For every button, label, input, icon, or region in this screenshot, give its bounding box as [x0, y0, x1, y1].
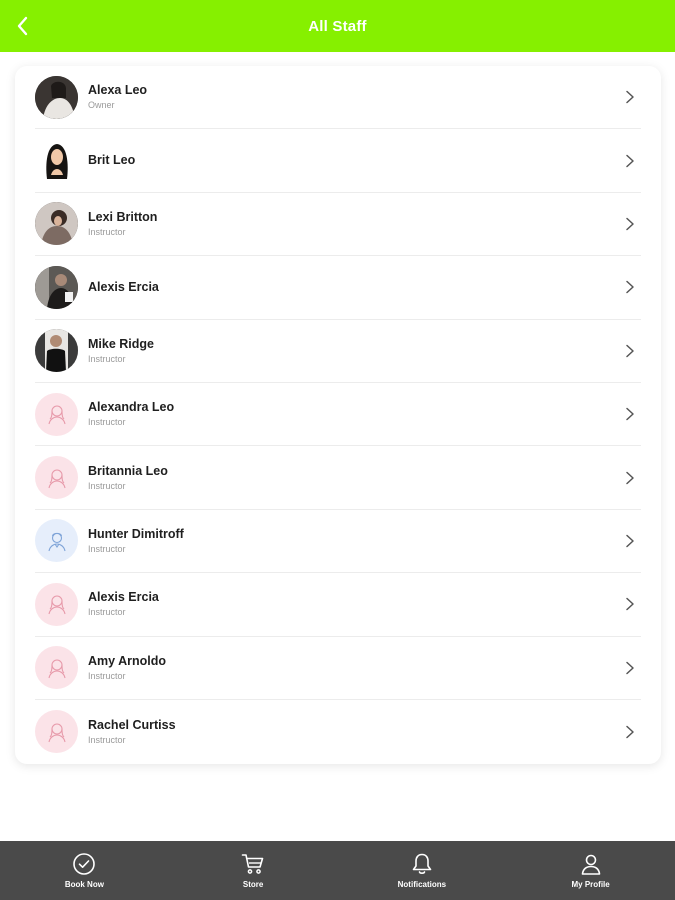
avatar — [35, 75, 78, 119]
placeholder-female-icon — [47, 468, 66, 488]
check-circle-icon — [73, 853, 96, 875]
chevron-right-icon — [626, 471, 634, 484]
chevron-right-icon — [626, 217, 634, 231]
chevron-right-icon — [626, 154, 634, 167]
avatar — [35, 582, 78, 626]
chevron-left-icon — [17, 16, 28, 36]
avatar — [35, 329, 78, 373]
tab-store[interactable]: Store — [169, 841, 338, 900]
chevron-right-icon — [626, 661, 634, 674]
placeholder-female-icon — [47, 659, 66, 678]
avatar — [35, 139, 78, 183]
staff-role: Instructor — [88, 480, 126, 491]
staff-row[interactable]: Alexa Leo Owner — [35, 66, 641, 130]
tab-label: Book Now — [64, 880, 104, 889]
staff-row[interactable]: Alexandra Leo Instructor — [35, 383, 641, 447]
tab-label: Store — [242, 880, 264, 889]
chevron-right-icon — [626, 90, 634, 104]
tab-notifications[interactable]: Notifications — [338, 841, 507, 900]
staff-role: Instructor — [88, 607, 126, 618]
staff-name: Amy Arnoldo — [88, 653, 167, 668]
staff-name: Alexandra Leo — [88, 400, 175, 415]
chevron-right-icon — [626, 598, 634, 611]
staff-role: Instructor — [88, 353, 126, 364]
avatar — [35, 646, 78, 690]
tab-book-now[interactable]: Book Now — [0, 841, 169, 900]
staff-role: Owner — [88, 100, 115, 111]
chevron-right-icon — [626, 344, 634, 357]
staff-row[interactable]: Rachel Curtiss Instructor — [35, 700, 641, 763]
staff-row[interactable]: Alexis Ercia — [35, 256, 641, 320]
staff-name: Rachel Curtiss — [88, 717, 176, 732]
staff-role: Instructor — [88, 670, 126, 681]
staff-role: Instructor — [88, 543, 126, 554]
staff-name: Brit Leo — [88, 153, 136, 168]
avatar — [35, 202, 78, 246]
staff-row[interactable]: Brit Leo — [35, 129, 641, 193]
top-app-bar: All Staff — [0, 0, 675, 52]
chevron-right-icon — [626, 407, 634, 421]
staff-name: Mike Ridge — [88, 336, 154, 351]
avatar — [35, 710, 78, 754]
staff-row[interactable]: Hunter Dimitroff Instructor — [35, 510, 641, 574]
placeholder-female-icon — [47, 723, 66, 742]
staff-row[interactable]: Britannia Leo Instructor — [35, 446, 641, 510]
tab-label: My Profile — [571, 880, 610, 889]
staff-row[interactable]: Lexi Britton Instructor — [35, 193, 641, 257]
page-title: All Staff — [308, 17, 367, 35]
avatar — [35, 519, 78, 563]
chevron-right-icon — [626, 281, 634, 294]
placeholder-female-icon — [47, 405, 66, 425]
staff-name: Lexi Britton — [88, 209, 158, 224]
avatar — [35, 392, 78, 436]
staff-name: Alexa Leo — [88, 83, 148, 98]
back-button[interactable] — [8, 11, 38, 41]
staff-role: Instructor — [88, 734, 126, 745]
staff-list: Alexa Leo Owner Brit Leo Lexi Britton In… — [15, 66, 661, 764]
staff-row[interactable]: Alexis Ercia Instructor — [35, 573, 641, 637]
staff-name: Alexis Ercia — [88, 590, 159, 605]
staff-row[interactable]: Amy Arnoldo Instructor — [35, 637, 641, 700]
chevron-right-icon — [626, 725, 634, 738]
chevron-right-icon — [626, 534, 634, 548]
avatar — [35, 456, 78, 500]
placeholder-male-icon — [47, 532, 66, 552]
tab-label: Notifications — [397, 880, 447, 889]
user-icon — [581, 854, 600, 875]
bottom-navigation: Book Now Store Notifications My Profile — [0, 841, 675, 900]
staff-row[interactable]: Mike Ridge Instructor — [35, 320, 641, 383]
bell-icon — [412, 853, 432, 874]
cart-icon — [241, 854, 264, 874]
staff-name: Hunter Dimitroff — [88, 526, 184, 541]
placeholder-female-icon — [47, 595, 66, 615]
staff-role: Instructor — [88, 417, 126, 428]
staff-name: Alexis Ercia — [88, 279, 159, 294]
tab-my-profile[interactable]: My Profile — [506, 841, 675, 900]
staff-name: Britannia Leo — [88, 463, 168, 478]
staff-role: Instructor — [88, 226, 126, 237]
avatar — [35, 265, 78, 309]
